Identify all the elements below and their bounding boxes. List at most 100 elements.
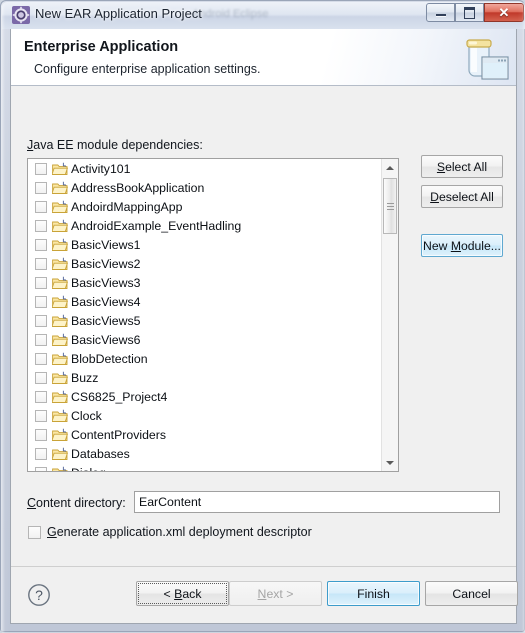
- dialog-footer: ? < Back Next > Finish Cancel: [11, 566, 518, 623]
- folder-icon: [52, 314, 68, 327]
- module-name: AddressBookApplication: [71, 180, 205, 195]
- finish-button[interactable]: Finish: [327, 581, 420, 606]
- module-checkbox[interactable]: [35, 200, 47, 213]
- back-label-rest: ack: [182, 586, 202, 601]
- list-item[interactable]: ContentProviders: [28, 425, 383, 444]
- content-directory-value: EarContent: [139, 495, 202, 509]
- module-name: ContentProviders: [71, 427, 167, 442]
- module-name: AndroidExample_EventHadling: [71, 218, 242, 233]
- scroll-up-button[interactable]: [382, 159, 398, 176]
- new-module-button[interactable]: New Module...: [421, 234, 503, 257]
- module-checkbox[interactable]: [35, 371, 47, 384]
- list-item[interactable]: BlobDetection: [28, 349, 383, 368]
- module-checkbox[interactable]: [35, 181, 47, 194]
- module-checkbox[interactable]: [35, 447, 47, 460]
- module-checkbox[interactable]: [35, 314, 47, 327]
- list-item[interactable]: BasicViews6: [28, 330, 383, 349]
- list-item[interactable]: Clock: [28, 406, 383, 425]
- folder-icon: [52, 371, 68, 384]
- title-bar[interactable]: New EAR Application Project Android Ecli…: [2, 2, 525, 29]
- content-directory-input[interactable]: EarContent: [134, 491, 500, 513]
- module-checkbox[interactable]: [35, 333, 47, 346]
- folder-icon: [52, 200, 68, 213]
- generate-descriptor-checkbox[interactable]: [28, 525, 41, 539]
- new-module-label-prefix: New: [423, 238, 451, 253]
- module-dependencies-list[interactable]: Activity101 AddressBookApplication Andoird…: [27, 158, 399, 472]
- module-checkbox[interactable]: [35, 238, 47, 251]
- list-item[interactable]: BasicViews4: [28, 292, 383, 311]
- list-item[interactable]: AddressBookApplication: [28, 178, 383, 197]
- module-name: AndoirdMappingApp: [71, 199, 183, 214]
- content-directory-label: Content directory:: [27, 496, 126, 510]
- list-vertical-scrollbar[interactable]: [381, 159, 398, 471]
- deselect-all-mnemonic: D: [430, 189, 439, 204]
- help-question-icon[interactable]: ?: [27, 583, 51, 607]
- minimize-button[interactable]: [426, 3, 455, 22]
- select-all-label: elect All: [445, 159, 488, 174]
- window-title: New EAR Application Project: [35, 6, 202, 21]
- module-checkbox[interactable]: [35, 390, 47, 403]
- content-directory-mnemonic: C: [27, 496, 37, 510]
- module-name: BasicViews2: [71, 256, 141, 271]
- maximize-button[interactable]: [455, 3, 484, 22]
- dependencies-label-text: ava EE module dependencies:: [33, 138, 203, 152]
- list-item[interactable]: AndoirdMappingApp: [28, 197, 383, 216]
- new-module-mnemonic: M: [450, 238, 461, 253]
- module-checkbox[interactable]: [35, 257, 47, 270]
- dependencies-label: Java EE module dependencies:: [27, 138, 203, 152]
- module-checkbox[interactable]: [35, 466, 47, 471]
- folder-icon: [52, 181, 68, 194]
- module-checkbox[interactable]: [35, 409, 47, 422]
- folder-icon: [52, 162, 68, 175]
- list-item[interactable]: BasicViews5: [28, 311, 383, 330]
- generate-descriptor-label: Generate application.xml deployment desc…: [47, 525, 312, 539]
- svg-text:?: ?: [35, 587, 43, 603]
- wizard-header: Enterprise Application Configure enterpr…: [11, 29, 516, 86]
- folder-icon: [52, 447, 68, 460]
- module-checkbox[interactable]: [35, 219, 47, 232]
- maximize-icon: [464, 6, 475, 19]
- module-name: Databases: [71, 446, 130, 461]
- eclipse-wizard-icon: [12, 6, 30, 24]
- scrollbar-grip-icon: [386, 201, 394, 212]
- module-name: Clock: [71, 408, 102, 423]
- deselect-all-button[interactable]: Deselect All: [421, 185, 503, 208]
- list-item[interactable]: Dialog: [28, 463, 383, 471]
- generate-descriptor-row[interactable]: Generate application.xml deployment desc…: [28, 525, 312, 539]
- page-title: Enterprise Application: [24, 39, 179, 55]
- close-button[interactable]: ✕: [484, 3, 524, 22]
- module-list-viewport: Activity101 AddressBookApplication Andoird…: [28, 159, 383, 471]
- module-checkbox[interactable]: [35, 352, 47, 365]
- list-item[interactable]: BasicViews3: [28, 273, 383, 292]
- select-all-button[interactable]: Select All: [421, 155, 503, 178]
- finish-label: Finish: [357, 586, 390, 601]
- content-directory-label-text: ontent directory:: [36, 496, 126, 510]
- scrollbar-thumb[interactable]: [383, 178, 397, 234]
- list-item[interactable]: Activity101: [28, 159, 383, 178]
- dialog-client-area: Enterprise Application Configure enterpr…: [10, 29, 518, 624]
- folder-icon: [52, 428, 68, 441]
- module-checkbox[interactable]: [35, 295, 47, 308]
- folder-icon: [52, 219, 68, 232]
- cancel-button[interactable]: Cancel: [425, 581, 518, 606]
- folder-icon: [52, 238, 68, 251]
- module-name: BasicViews4: [71, 294, 141, 309]
- scroll-down-button[interactable]: [382, 454, 398, 471]
- module-checkbox[interactable]: [35, 162, 47, 175]
- generate-descriptor-label-text: enerate application.xml deployment descr…: [56, 525, 312, 539]
- module-name: BasicViews1: [71, 237, 141, 252]
- module-name: CS6825_Project4: [71, 389, 168, 404]
- back-button[interactable]: < Back: [136, 581, 229, 606]
- module-checkbox[interactable]: [35, 276, 47, 289]
- list-item[interactable]: AndroidExample_EventHadling: [28, 216, 383, 235]
- module-name: BlobDetection: [71, 351, 148, 366]
- folder-icon: [52, 466, 68, 471]
- cancel-label: Cancel: [452, 586, 491, 601]
- module-checkbox[interactable]: [35, 428, 47, 441]
- new-module-label-rest: odule...: [460, 238, 501, 253]
- list-item[interactable]: BasicViews2: [28, 254, 383, 273]
- list-item[interactable]: BasicViews1: [28, 235, 383, 254]
- list-item[interactable]: Databases: [28, 444, 383, 463]
- list-item[interactable]: CS6825_Project4: [28, 387, 383, 406]
- list-item[interactable]: Buzz: [28, 368, 383, 387]
